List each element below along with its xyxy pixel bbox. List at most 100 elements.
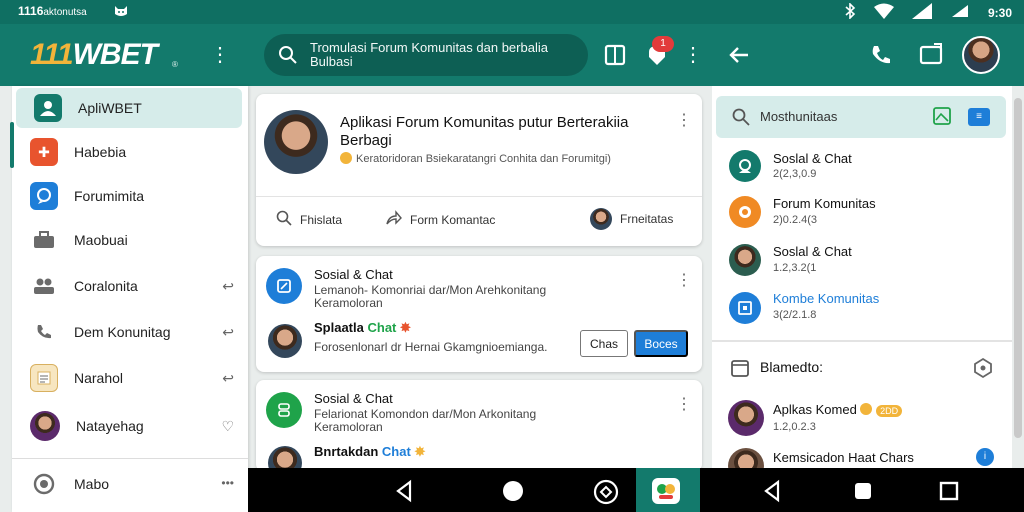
drawer-item-habebia[interactable]: ✚ Habebia: [12, 132, 248, 172]
group-icon: [266, 392, 302, 428]
back-nav-icon[interactable]: [392, 478, 418, 504]
profile-avatar[interactable]: [962, 36, 1000, 74]
post-action-share[interactable]: Form Komantac: [386, 210, 495, 229]
message-icon[interactable]: [918, 42, 944, 68]
post-title: Aplikasi Forum Komunitas putur Berteraki…: [340, 114, 629, 149]
reply-icon[interactable]: ↩: [222, 324, 234, 341]
drawer-divider: [12, 458, 248, 459]
briefcase-icon: [30, 226, 58, 254]
battery-icon: [950, 3, 970, 22]
notification-badge: 1: [652, 36, 674, 52]
status-bar: 1116aktonutsa 9:30: [0, 0, 1024, 24]
feed-title: Sosial & Chat: [314, 391, 393, 406]
drawer-item-label: Narahol: [74, 370, 124, 386]
search-input[interactable]: Tromulasi Forum Komunitas dan berbalia B…: [310, 41, 570, 69]
post-subtitle: Keratoridoran Bsiekaratangri Conhita dan…: [340, 152, 611, 165]
drawer-item-label: Dem Konunitag: [74, 324, 171, 340]
verified-icon: [860, 403, 873, 415]
drawer-item-apliwbet[interactable]: ApliWBET: [16, 88, 242, 128]
forum-icon: [729, 196, 761, 228]
feed-menu-kebab-icon[interactable]: ⋮: [676, 270, 692, 290]
back-arrow-icon[interactable]: [726, 42, 752, 68]
home-nav-icon[interactable]: [850, 478, 876, 504]
like-icon[interactable]: ♡: [221, 418, 234, 435]
drawer-item-label: Maobuai: [74, 232, 128, 248]
drawer-item-coralonita[interactable]: Coralonita ↩: [12, 266, 248, 306]
app-menu-kebab-icon[interactable]: ⋮: [210, 42, 230, 67]
gallery-icon[interactable]: [932, 106, 952, 131]
drawer-item-label: Mabo: [74, 476, 110, 492]
drawer-item-mabo[interactable]: Mabo •••: [12, 464, 248, 504]
drawer-item-maobuai[interactable]: Maobuai: [12, 220, 248, 260]
navigation-drawer: ApliWBET ✚ Habebia Forumimita Maobuai Co…: [10, 86, 248, 512]
community-search-input[interactable]: Mosthunitaas: [760, 109, 837, 124]
phone-icon[interactable]: [868, 42, 894, 68]
info-icon[interactable]: i: [976, 448, 994, 466]
post-action-profile[interactable]: Frneitatas: [590, 208, 673, 230]
drawer-item-label: Natayehag: [76, 418, 144, 434]
section-title: Blamedto:: [760, 359, 824, 375]
search-bar[interactable]: Tromulasi Forum Komunitas dan berbalia B…: [264, 34, 588, 76]
settings-icon[interactable]: [972, 357, 994, 384]
avatar: [30, 411, 60, 441]
avatar: [590, 208, 612, 230]
feed-menu-kebab-icon[interactable]: ⋮: [676, 394, 692, 414]
join-button[interactable]: Boces: [634, 330, 688, 357]
app-switch-nav-icon[interactable]: [592, 478, 619, 505]
cat-icon: [113, 3, 129, 22]
post-menu-kebab-icon[interactable]: ⋮: [676, 110, 692, 130]
drawer-item-label: Habebia: [74, 144, 127, 160]
chat-name: Bnrtakdan Chat ✸: [314, 444, 426, 459]
section-item-title[interactable]: Kemsicadon Haat Chars: [773, 450, 914, 465]
back-nav-icon[interactable]: [760, 478, 786, 504]
community-item-title[interactable]: Soslal & Chat: [773, 244, 852, 259]
sparkle-icon: ✸: [414, 444, 426, 459]
feed-title: Sosial & Chat: [314, 267, 393, 282]
bluetooth-icon: [844, 2, 856, 22]
post-author-avatar[interactable]: [264, 110, 328, 174]
avatar[interactable]: [728, 400, 764, 436]
reply-icon[interactable]: ↩: [222, 370, 234, 387]
drawer-item-forumimita[interactable]: Forumimita: [12, 176, 248, 216]
status-time-right: 9:30: [987, 5, 1012, 20]
app-logo[interactable]: 111WBET: [30, 38, 158, 72]
sparkle-icon: ✸: [400, 320, 411, 335]
plus-icon: ✚: [30, 138, 58, 166]
group-icon: [30, 272, 58, 300]
community-search-bar[interactable]: Mosthunitaas ≡: [716, 96, 1006, 138]
feed-text: Lemanoh- Komonriai dar/Mon Arehkonitang …: [314, 283, 547, 310]
reply-icon[interactable]: ↩: [222, 278, 234, 295]
verified-icon: [340, 152, 352, 164]
community-item-title[interactable]: Kombe Komunitas: [773, 291, 879, 306]
drawer-item-dem-konunitag[interactable]: Dem Konunitag ↩: [12, 312, 248, 352]
right-panel-scrollbar[interactable]: [1014, 98, 1022, 438]
active-app-icon[interactable]: [652, 478, 680, 504]
community-item-title[interactable]: Soslal & Chat: [773, 151, 852, 166]
recents-nav-icon[interactable]: [936, 478, 962, 504]
logo-registered-mark: ®: [172, 60, 178, 69]
close-button[interactable]: Chas: [580, 330, 628, 357]
search-icon: [278, 45, 298, 70]
filter-icon[interactable]: ≡: [968, 108, 990, 126]
community-item-title[interactable]: Forum Komunitas: [773, 196, 876, 211]
drawer-item-label: ApliWBET: [78, 100, 142, 116]
community-item-meta: 2(2,3,0.9: [773, 168, 817, 180]
post-action-search[interactable]: Fhislata: [276, 210, 342, 229]
search-icon: [276, 210, 292, 229]
book-icon[interactable]: [602, 42, 628, 68]
overflow-kebab-icon[interactable]: ⋮: [680, 42, 706, 68]
section-item-title[interactable]: Aplkas Komed 2DD: [773, 402, 903, 417]
drawer-item-label: Forumimita: [74, 188, 145, 204]
more-horizontal-icon[interactable]: •••: [221, 476, 234, 490]
settings-icon: [30, 470, 58, 498]
drawer-item-narahol[interactable]: Narahol ↩: [12, 358, 248, 398]
right-panel-divider: [712, 340, 1012, 342]
chat-icon: [266, 268, 302, 304]
home-nav-icon[interactable]: [500, 478, 526, 504]
drawer-item-natayehag[interactable]: Natayehag ♡: [12, 406, 248, 446]
avatar[interactable]: [268, 324, 302, 358]
status-time-left: 1116aktonutsa: [18, 4, 87, 18]
signal-icon: [911, 3, 932, 22]
community-item-meta: 2)0.2.4(3: [773, 214, 818, 226]
people-icon: [34, 94, 62, 122]
